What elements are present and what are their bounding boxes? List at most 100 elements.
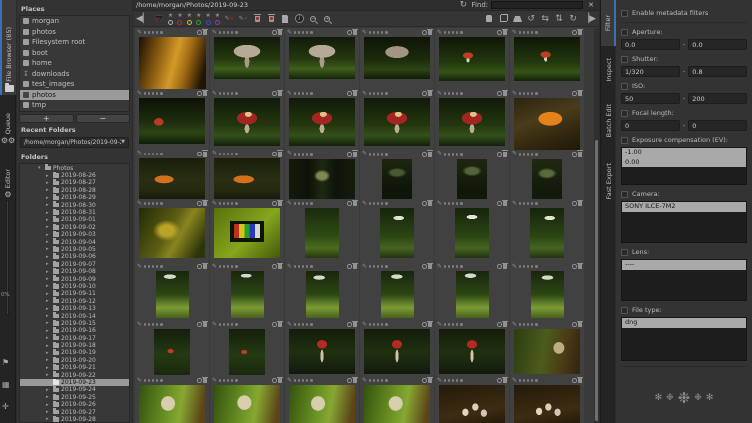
- star-dot-icon[interactable]: [448, 31, 451, 34]
- trash-icon[interactable]: [203, 152, 207, 157]
- thumbnail-image-fly-agaric-stem[interactable]: [364, 329, 430, 374]
- thumbnail-cell[interactable]: ✎: [435, 150, 509, 199]
- find-input[interactable]: [491, 1, 583, 9]
- star-dot-icon[interactable]: [235, 153, 238, 156]
- star-dot-icon[interactable]: [452, 323, 455, 326]
- rating-filter-4[interactable]: ★: [205, 13, 210, 25]
- folder-item[interactable]: ▸2019-09-21: [20, 364, 129, 371]
- star-dot-icon[interactable]: [231, 379, 234, 382]
- star-dot-icon[interactable]: [223, 92, 226, 95]
- thumbnail-cell[interactable]: ✎: [210, 199, 284, 262]
- star-dot-icon[interactable]: [227, 379, 230, 382]
- places-item[interactable]: Filesystem root: [20, 37, 129, 48]
- tab-file-browser[interactable]: File Browser (85): [0, 0, 16, 95]
- folder-item[interactable]: ▸2019-08-27: [20, 179, 129, 186]
- star-dot-icon[interactable]: [148, 31, 151, 34]
- thumbnail-image-moss-scene-marker[interactable]: [530, 208, 564, 258]
- star-dot-icon[interactable]: [385, 153, 388, 156]
- folder-item[interactable]: ▸2019-09-09: [20, 275, 129, 282]
- star-dot-icon[interactable]: [302, 202, 305, 205]
- expander-icon[interactable]: ▸: [46, 291, 51, 297]
- star-dot-icon[interactable]: [227, 202, 230, 205]
- thumbnail-view-icon[interactable]: [280, 12, 290, 25]
- thumbnail-cell[interactable]: ✎: [210, 262, 284, 320]
- star-dot-icon[interactable]: [519, 202, 522, 205]
- star-dot-icon[interactable]: [369, 153, 372, 156]
- star-dot-icon[interactable]: [310, 92, 313, 95]
- trash-icon[interactable]: [353, 30, 357, 35]
- thumbnail-cell[interactable]: ✎: [435, 199, 509, 262]
- star-dot-icon[interactable]: [156, 202, 159, 205]
- star-dot-icon[interactable]: [531, 92, 534, 95]
- star-dot-icon[interactable]: [373, 202, 376, 205]
- star-dot-icon[interactable]: [156, 92, 159, 95]
- ev-option[interactable]: -1.00: [622, 148, 746, 158]
- thumbnail-cell[interactable]: ✎: [285, 150, 359, 199]
- star-dot-icon[interactable]: [298, 202, 301, 205]
- trash-icon[interactable]: [278, 378, 282, 383]
- star-dot-icon[interactable]: [160, 202, 163, 205]
- star-dot-icon[interactable]: [369, 265, 372, 268]
- color-label-icon[interactable]: [422, 378, 427, 383]
- thumbnail-cell[interactable]: ✎: [510, 320, 584, 376]
- lens-listbox[interactable]: ----: [621, 259, 747, 301]
- shutter-min-input[interactable]: [621, 66, 680, 77]
- star-dot-icon[interactable]: [219, 153, 222, 156]
- star-dot-icon[interactable]: [298, 265, 301, 268]
- star-dot-icon[interactable]: [298, 31, 301, 34]
- color-label-icon[interactable]: [497, 201, 502, 206]
- folder-item[interactable]: ▸2019-09-03: [20, 231, 129, 238]
- checkbox-icon[interactable]: [621, 83, 628, 90]
- star-dot-icon[interactable]: [152, 265, 155, 268]
- star-dot-icon[interactable]: [298, 92, 301, 95]
- shutter-max-input[interactable]: [688, 66, 747, 77]
- thumbnail-cell[interactable]: ✎: [210, 376, 284, 423]
- star-dot-icon[interactable]: [219, 379, 222, 382]
- thumbnail-cell[interactable]: ✎: [285, 262, 359, 320]
- star-dot-icon[interactable]: [144, 92, 147, 95]
- iso-max-input[interactable]: [688, 93, 747, 104]
- star-dot-icon[interactable]: [456, 202, 459, 205]
- star-dot-icon[interactable]: [306, 379, 309, 382]
- thumbnail-image-golden-fungi-cluster[interactable]: [139, 37, 206, 89]
- folder-item[interactable]: ▸2019-08-30: [20, 201, 129, 208]
- tab-fast-export[interactable]: Fast Export: [601, 150, 616, 212]
- star-dot-icon[interactable]: [235, 323, 238, 326]
- star-dot-icon[interactable]: [298, 323, 301, 326]
- thumbnail-image-puffball-moss[interactable]: [289, 385, 355, 423]
- checkbox-icon[interactable]: [621, 137, 628, 144]
- star-dot-icon[interactable]: [523, 379, 526, 382]
- star-dot-icon[interactable]: [444, 379, 447, 382]
- trash-icon[interactable]: [428, 264, 432, 269]
- star-dot-icon[interactable]: [231, 323, 234, 326]
- star-dot-icon[interactable]: [148, 92, 151, 95]
- star-dot-icon[interactable]: [219, 31, 222, 34]
- expander-icon[interactable]: ▸: [46, 313, 51, 319]
- places-item[interactable]: boot: [20, 48, 129, 59]
- folder-item[interactable]: ▸2019-09-28: [20, 416, 129, 423]
- star-dot-icon[interactable]: [381, 265, 384, 268]
- thumbnail-image-moss-scene[interactable]: [305, 208, 339, 258]
- star-dot-icon[interactable]: [460, 202, 463, 205]
- folder-item[interactable]: ▸2019-09-11: [20, 290, 129, 297]
- star-dot-icon[interactable]: [144, 202, 147, 205]
- star-dot-icon[interactable]: [385, 265, 388, 268]
- star-dot-icon[interactable]: [160, 92, 163, 95]
- thumbnail-image-orange-fungus-log[interactable]: [514, 98, 580, 150]
- star-dot-icon[interactable]: [448, 265, 451, 268]
- star-dot-icon[interactable]: [306, 153, 309, 156]
- star-dot-icon[interactable]: [302, 265, 305, 268]
- star-dot-icon[interactable]: [369, 202, 372, 205]
- color-label-icon[interactable]: [197, 91, 202, 96]
- color-label-icon[interactable]: [422, 322, 427, 327]
- star-dot-icon[interactable]: [535, 92, 538, 95]
- color-label-icon[interactable]: [347, 201, 352, 206]
- thumbnail-cell[interactable]: ✎: [360, 150, 434, 199]
- color-label-icon[interactable]: [572, 30, 577, 35]
- folder-item[interactable]: ▸2019-09-19: [20, 349, 129, 356]
- trash-icon[interactable]: [278, 322, 282, 327]
- places-item[interactable]: ↧downloads: [20, 69, 129, 80]
- thumbnail-image-moss-scene-marker[interactable]: [380, 208, 414, 258]
- folder-item[interactable]: ▸2019-09-02: [20, 224, 129, 231]
- star-dot-icon[interactable]: [306, 323, 309, 326]
